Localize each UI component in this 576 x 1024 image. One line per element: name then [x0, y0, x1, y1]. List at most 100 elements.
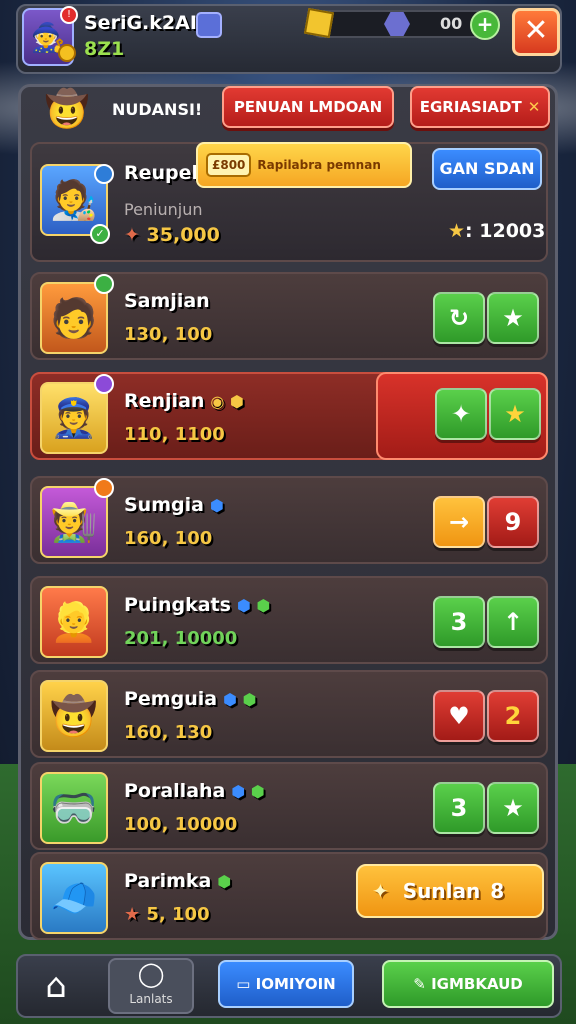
player-name: Renjian ◉ ⬢ [124, 390, 244, 412]
claim-button[interactable]: GAN SDAN [432, 148, 542, 190]
player-name-text: Puingkats [124, 594, 231, 616]
player-name: Porallaha ⬢ ⬢ [124, 780, 265, 802]
refresh-button[interactable]: ↻ [433, 292, 485, 344]
secondary-tab-button[interactable]: EGRIASIADT ✕ [410, 86, 550, 128]
close-x-icon: ✕ [527, 98, 541, 116]
green-check-icon: ✓ [90, 224, 110, 244]
player-score-value: 5, 100 [146, 904, 210, 925]
featured-score: ✦ 35,000 [124, 224, 220, 246]
action-pair: ♥ 2 [432, 690, 540, 742]
home-icon[interactable]: ⌂ [28, 962, 84, 1010]
player-name: Sumgia ⬢ [124, 494, 224, 516]
arrow-button[interactable]: → [433, 496, 485, 548]
labs-button[interactable]: ◯ Lanlats [108, 958, 194, 1014]
score-icon: ★ [124, 904, 147, 925]
player-score: ★ 5, 100 [124, 904, 210, 925]
reward-text: Rapilabra pemnan [257, 158, 381, 172]
featured-score-value: 35,000 [146, 224, 220, 246]
badge-icons: ⬢ ⬢ [236, 596, 271, 615]
player-score: 201, 10000 [124, 628, 238, 649]
player-name: Reupeli [124, 162, 205, 184]
feather-icon: ✎ [413, 975, 432, 993]
avatar: 👱 [40, 586, 108, 658]
action-pair: 3 ★ [432, 782, 540, 834]
star-button[interactable]: ★ [487, 292, 539, 344]
panel-title: NUDANSI! [112, 100, 203, 119]
secondary-tab-label: EGRIASIADT [419, 98, 522, 116]
featured-subtitle: Peniunjun [124, 200, 203, 219]
star-button[interactable]: ★ [489, 388, 541, 440]
list-item[interactable]: 👱 Puingkats ⬢ ⬢ 201, 10000 3 ↑ [30, 576, 548, 664]
blue-action-label: IOMIYOIN [255, 975, 336, 993]
player-score: 100, 10000 [124, 814, 238, 835]
player-name-text: Sumgia [124, 494, 204, 516]
list-item[interactable]: 🥽 Porallaha ⬢ ⬢ 100, 10000 3 ★ [30, 762, 548, 850]
refresh-icon: ◯ [137, 960, 165, 988]
player-name: Samjian [124, 290, 210, 312]
upgrade-button[interactable]: ↑ [487, 596, 539, 648]
count-button[interactable]: 2 [487, 690, 539, 742]
list-item[interactable]: 🤠 Pemguia ⬢ ⬢ 160, 130 ♥ 2 [30, 670, 548, 758]
green-action-label: IGMBKAUD [431, 975, 523, 993]
avatar: 👮 [40, 382, 108, 454]
blue-action-button[interactable]: ▭ IOMIYOIN [218, 960, 354, 1008]
player-name: Parimka ⬢ [124, 870, 231, 892]
player-score: 160, 130 [124, 722, 213, 743]
list-item[interactable]: 🧑‍🌾 Sumgia ⬢ 160, 100 → 9 [30, 476, 548, 564]
primary-tab-label: PENUAN LMDOAN [233, 98, 383, 116]
star-button[interactable]: ★ [487, 782, 539, 834]
green-badge-icon [94, 274, 114, 294]
player-name-text: Pemguia [124, 688, 218, 710]
player-name-text: Parimka [124, 870, 212, 892]
count-button[interactable]: 3 [433, 782, 485, 834]
player-name: Puingkats ⬢ ⬢ [124, 594, 270, 616]
blue-badge-icon [94, 164, 114, 184]
player-name-text: Renjian [124, 390, 205, 412]
green-action-button[interactable]: ✎ IGMBKAUD [382, 960, 554, 1008]
list-item[interactable]: 🧑 Samjian 130, 100 ↻ ★ [30, 272, 548, 360]
player-score: 110, 1100 [124, 424, 225, 445]
action-pair: ↻ ★ [432, 292, 540, 344]
purple-badge-icon [94, 374, 114, 394]
featured-stars-value: : 12003 [465, 220, 546, 242]
coin-icon [58, 44, 76, 62]
avatar: 🧑 [40, 282, 108, 354]
sunlan-label: Sunlan [402, 879, 481, 903]
card-icon: ▭ [236, 975, 256, 993]
orange-badge-icon [94, 478, 114, 498]
action-pair: 3 ↑ [432, 596, 540, 648]
sunlan-count: 8 [490, 879, 505, 903]
close-button[interactable]: ✕ [512, 8, 560, 56]
player-name: SeriG.k2AI [84, 12, 197, 34]
player-score: 130, 100 [124, 324, 213, 345]
primary-tab-button[interactable]: PENUAN LMDOAN [222, 86, 394, 128]
gold-cube-icon [303, 7, 335, 39]
labs-label: Lanlats [129, 992, 173, 1006]
action-pair: ✦ ★ [434, 388, 542, 440]
count-button[interactable]: 3 [433, 596, 485, 648]
heart-button[interactable]: ♥ [433, 690, 485, 742]
badge-icons: ◉ ⬢ [210, 392, 244, 411]
player-name: Pemguia ⬢ ⬢ [124, 688, 257, 710]
player-name-text: Porallaha [124, 780, 226, 802]
notification-badge[interactable]: ! [60, 6, 78, 24]
gem-icon[interactable] [196, 12, 222, 38]
reward-tag: £800 [206, 153, 252, 177]
player-score: 160, 100 [124, 528, 213, 549]
sunlan-button[interactable]: ✦ Sunlan 8 [356, 864, 544, 918]
avatar: 🧑‍🌾 [40, 486, 108, 558]
reward-banner[interactable]: £800 Rapilabra pemnan [196, 142, 412, 188]
diamond-button[interactable]: ✦ [435, 388, 487, 440]
add-resource-button[interactable]: + [470, 10, 500, 40]
badge-icons: ⬢ ⬢ [223, 690, 257, 709]
avatar: 🤠 [40, 680, 108, 752]
sparkle-icon: ✦ [372, 879, 389, 903]
count-button[interactable]: 9 [487, 496, 539, 548]
mascot-icon: 🤠 [44, 89, 90, 130]
avatar: 🧢 [40, 862, 108, 934]
player-score: 8Z1 [84, 38, 125, 60]
resource-value: 00 [440, 14, 463, 33]
score-icon: ✦ [124, 224, 147, 246]
badge-icons: ⬢ [209, 496, 224, 515]
badge-icons: ⬢ [217, 872, 232, 891]
